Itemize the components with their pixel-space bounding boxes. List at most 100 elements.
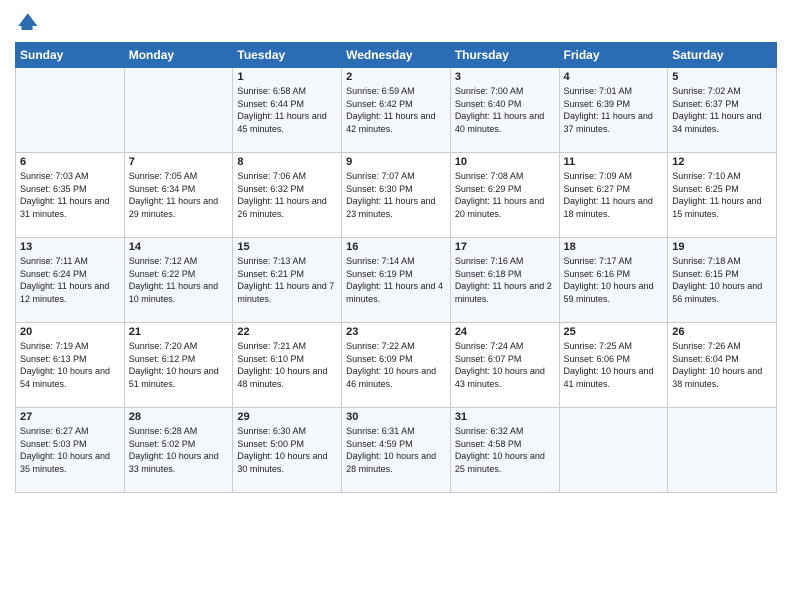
day-info: Sunrise: 7:21 AM Sunset: 6:10 PM Dayligh…	[237, 340, 337, 390]
day-info: Sunrise: 6:28 AM Sunset: 5:02 PM Dayligh…	[129, 425, 229, 475]
day-number: 26	[672, 326, 772, 338]
day-cell: 24 Sunrise: 7:24 AM Sunset: 6:07 PM Dayli…	[450, 323, 559, 408]
page: SundayMondayTuesdayWednesdayThursdayFrid…	[0, 0, 792, 612]
day-number: 18	[564, 241, 664, 253]
day-info: Sunrise: 7:05 AM Sunset: 6:34 PM Dayligh…	[129, 170, 229, 220]
day-info: Sunrise: 7:12 AM Sunset: 6:22 PM Dayligh…	[129, 255, 229, 305]
day-number: 25	[564, 326, 664, 338]
day-info: Sunrise: 7:10 AM Sunset: 6:25 PM Dayligh…	[672, 170, 772, 220]
day-info: Sunrise: 7:09 AM Sunset: 6:27 PM Dayligh…	[564, 170, 664, 220]
day-number: 28	[129, 411, 229, 423]
day-info: Sunrise: 7:11 AM Sunset: 6:24 PM Dayligh…	[20, 255, 120, 305]
day-number: 27	[20, 411, 120, 423]
day-cell	[16, 68, 125, 153]
day-cell: 23 Sunrise: 7:22 AM Sunset: 6:09 PM Dayli…	[342, 323, 451, 408]
day-number: 13	[20, 241, 120, 253]
day-info: Sunrise: 7:06 AM Sunset: 6:32 PM Dayligh…	[237, 170, 337, 220]
day-cell: 20 Sunrise: 7:19 AM Sunset: 6:13 PM Dayli…	[16, 323, 125, 408]
day-number: 3	[455, 71, 555, 83]
week-row: 1Sunrise: 6:58 AM Sunset: 6:44 PM Daylig…	[16, 68, 777, 153]
day-info: Sunrise: 7:14 AM Sunset: 6:19 PM Dayligh…	[346, 255, 446, 305]
day-cell: 31 Sunrise: 6:32 AM Sunset: 4:58 PM Dayli…	[450, 408, 559, 493]
day-number: 19	[672, 241, 772, 253]
day-info: Sunrise: 7:20 AM Sunset: 6:12 PM Dayligh…	[129, 340, 229, 390]
day-info: Sunrise: 7:07 AM Sunset: 6:30 PM Dayligh…	[346, 170, 446, 220]
day-number: 31	[455, 411, 555, 423]
day-number: 29	[237, 411, 337, 423]
header-day: Thursday	[450, 43, 559, 68]
day-number: 5	[672, 71, 772, 83]
day-cell: 29 Sunrise: 6:30 AM Sunset: 5:00 PM Dayli…	[233, 408, 342, 493]
header-day: Wednesday	[342, 43, 451, 68]
day-info: Sunrise: 7:01 AM Sunset: 6:39 PM Dayligh…	[564, 85, 664, 135]
header-day: Friday	[559, 43, 668, 68]
day-info: Sunrise: 7:00 AM Sunset: 6:40 PM Dayligh…	[455, 85, 555, 135]
day-number: 30	[346, 411, 446, 423]
week-row: 6 Sunrise: 7:03 AM Sunset: 6:35 PM Daylig…	[16, 153, 777, 238]
day-cell: 30 Sunrise: 6:31 AM Sunset: 4:59 PM Dayli…	[342, 408, 451, 493]
day-info: Sunrise: 6:30 AM Sunset: 5:00 PM Dayligh…	[237, 425, 337, 475]
day-cell: 3 Sunrise: 7:00 AM Sunset: 6:40 PM Daylig…	[450, 68, 559, 153]
day-cell: 6 Sunrise: 7:03 AM Sunset: 6:35 PM Daylig…	[16, 153, 125, 238]
day-cell: 13 Sunrise: 7:11 AM Sunset: 6:24 PM Dayli…	[16, 238, 125, 323]
day-cell: 10 Sunrise: 7:08 AM Sunset: 6:29 PM Dayli…	[450, 153, 559, 238]
day-number: 15	[237, 241, 337, 253]
day-cell: 22 Sunrise: 7:21 AM Sunset: 6:10 PM Dayli…	[233, 323, 342, 408]
day-info: Sunrise: 6:27 AM Sunset: 5:03 PM Dayligh…	[20, 425, 120, 475]
day-cell: 19 Sunrise: 7:18 AM Sunset: 6:15 PM Dayli…	[668, 238, 777, 323]
day-info: Sunrise: 7:02 AM Sunset: 6:37 PM Dayligh…	[672, 85, 772, 135]
day-number: 16	[346, 241, 446, 253]
day-cell: 1Sunrise: 6:58 AM Sunset: 6:44 PM Daylig…	[233, 68, 342, 153]
day-number: 23	[346, 326, 446, 338]
day-info: Sunrise: 7:16 AM Sunset: 6:18 PM Dayligh…	[455, 255, 555, 305]
day-info: Sunrise: 6:31 AM Sunset: 4:59 PM Dayligh…	[346, 425, 446, 475]
day-info: Sunrise: 7:18 AM Sunset: 6:15 PM Dayligh…	[672, 255, 772, 305]
day-number: 17	[455, 241, 555, 253]
day-number: 4	[564, 71, 664, 83]
day-info: Sunrise: 7:26 AM Sunset: 6:04 PM Dayligh…	[672, 340, 772, 390]
day-info: Sunrise: 7:19 AM Sunset: 6:13 PM Dayligh…	[20, 340, 120, 390]
header-day: Monday	[124, 43, 233, 68]
day-info: Sunrise: 7:22 AM Sunset: 6:09 PM Dayligh…	[346, 340, 446, 390]
day-cell: 18 Sunrise: 7:17 AM Sunset: 6:16 PM Dayli…	[559, 238, 668, 323]
day-number: 20	[20, 326, 120, 338]
day-cell: 15 Sunrise: 7:13 AM Sunset: 6:21 PM Dayli…	[233, 238, 342, 323]
day-info: Sunrise: 6:32 AM Sunset: 4:58 PM Dayligh…	[455, 425, 555, 475]
day-cell: 8Sunrise: 7:06 AM Sunset: 6:32 PM Daylig…	[233, 153, 342, 238]
day-number: 9	[346, 156, 446, 168]
day-cell: 12 Sunrise: 7:10 AM Sunset: 6:25 PM Dayli…	[668, 153, 777, 238]
day-info: Sunrise: 7:08 AM Sunset: 6:29 PM Dayligh…	[455, 170, 555, 220]
day-number: 24	[455, 326, 555, 338]
day-cell: 28 Sunrise: 6:28 AM Sunset: 5:02 PM Dayli…	[124, 408, 233, 493]
day-cell: 17 Sunrise: 7:16 AM Sunset: 6:18 PM Dayli…	[450, 238, 559, 323]
day-info: Sunrise: 7:17 AM Sunset: 6:16 PM Dayligh…	[564, 255, 664, 305]
day-number: 10	[455, 156, 555, 168]
calendar-table: SundayMondayTuesdayWednesdayThursdayFrid…	[15, 42, 777, 493]
day-number: 22	[237, 326, 337, 338]
week-row: 20 Sunrise: 7:19 AM Sunset: 6:13 PM Dayli…	[16, 323, 777, 408]
day-number: 2	[346, 71, 446, 83]
header-day: Saturday	[668, 43, 777, 68]
day-number: 11	[564, 156, 664, 168]
day-cell	[668, 408, 777, 493]
day-info: Sunrise: 7:24 AM Sunset: 6:07 PM Dayligh…	[455, 340, 555, 390]
day-number: 12	[672, 156, 772, 168]
week-row: 27 Sunrise: 6:27 AM Sunset: 5:03 PM Dayli…	[16, 408, 777, 493]
day-number: 7	[129, 156, 229, 168]
day-number: 6	[20, 156, 120, 168]
day-cell	[559, 408, 668, 493]
day-info: Sunrise: 7:25 AM Sunset: 6:06 PM Dayligh…	[564, 340, 664, 390]
header	[15, 10, 777, 34]
day-cell: 4 Sunrise: 7:01 AM Sunset: 6:39 PM Daylig…	[559, 68, 668, 153]
day-cell: 7 Sunrise: 7:05 AM Sunset: 6:34 PM Daylig…	[124, 153, 233, 238]
header-row: SundayMondayTuesdayWednesdayThursdayFrid…	[16, 43, 777, 68]
header-day: Tuesday	[233, 43, 342, 68]
day-info: Sunrise: 6:58 AM Sunset: 6:44 PM Dayligh…	[237, 85, 337, 135]
day-info: Sunrise: 7:13 AM Sunset: 6:21 PM Dayligh…	[237, 255, 337, 305]
day-cell: 11 Sunrise: 7:09 AM Sunset: 6:27 PM Dayli…	[559, 153, 668, 238]
day-cell: 16 Sunrise: 7:14 AM Sunset: 6:19 PM Dayli…	[342, 238, 451, 323]
day-cell: 2Sunrise: 6:59 AM Sunset: 6:42 PM Daylig…	[342, 68, 451, 153]
day-cell: 9 Sunrise: 7:07 AM Sunset: 6:30 PM Daylig…	[342, 153, 451, 238]
day-cell: 21Sunrise: 7:20 AM Sunset: 6:12 PM Dayli…	[124, 323, 233, 408]
day-info: Sunrise: 7:03 AM Sunset: 6:35 PM Dayligh…	[20, 170, 120, 220]
